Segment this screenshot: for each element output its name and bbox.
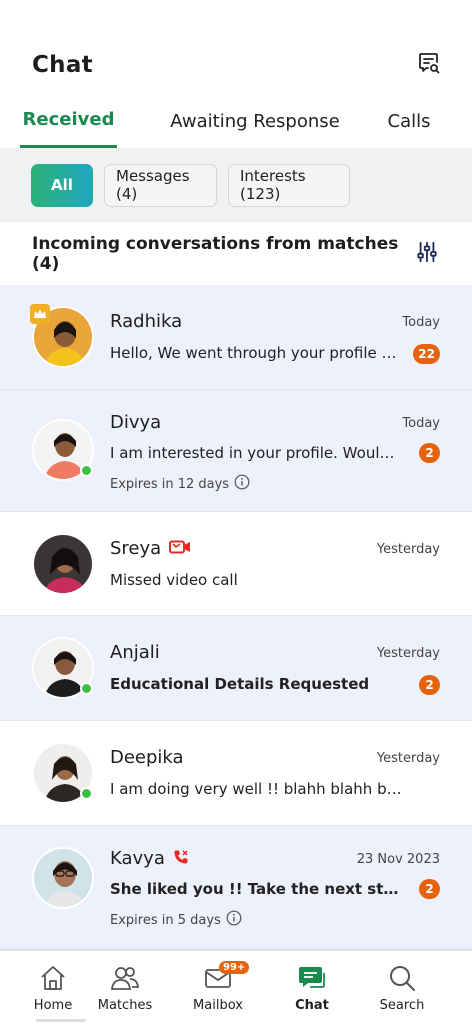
avatar	[32, 419, 94, 481]
mailbox-icon: 99+	[203, 961, 250, 992]
message-preview: She liked you !! Take the next step...	[110, 880, 402, 898]
section-title: Incoming conversations from matches (4)	[32, 233, 399, 274]
name-line: Divya	[110, 412, 161, 433]
nav-search[interactable]: Search	[372, 951, 432, 1024]
page-title: Chat	[32, 52, 93, 78]
tab-awaiting-response[interactable]: Awaiting Response	[155, 100, 355, 148]
name-line: Deepika	[110, 747, 184, 768]
premium-crown-icon	[30, 304, 50, 324]
filter-bar: All Messages (4) Interests (123)	[0, 148, 472, 222]
timestamp: Today	[402, 315, 440, 330]
unread-count-badge: 2	[419, 879, 440, 899]
expiry-note: Expires in 12 days	[110, 474, 250, 494]
filter-messages-chip[interactable]: Messages (4)	[104, 163, 217, 207]
conversation-row[interactable]: Anjali Yesterday Educational Details Req…	[0, 616, 472, 721]
contact-name: Sreya	[110, 538, 162, 559]
message-preview: I am interested in your profile. Would..…	[110, 444, 402, 462]
online-indicator	[80, 787, 93, 800]
bottom-nav: Home Matches 99+ Mailbox Chat Search	[0, 950, 472, 1024]
conversation-row[interactable]: Sreya Yesterday Missed video call	[0, 512, 472, 616]
tab-bar: Received Awaiting Response Calls	[0, 100, 472, 148]
nav-mailbox[interactable]: 99+ Mailbox	[184, 951, 252, 1024]
timestamp: Yesterday	[376, 751, 440, 766]
online-indicator	[80, 464, 93, 477]
avatar	[32, 637, 94, 699]
nav-label: Chat	[295, 998, 329, 1013]
chat-icon	[298, 964, 326, 992]
message-preview: Hello, We went through your profile a...	[110, 344, 402, 362]
matches-icon	[110, 964, 140, 992]
missed-call-icon	[173, 849, 189, 869]
filter-interests-chip[interactable]: Interests (123)	[228, 163, 350, 207]
message-preview: Missed video call	[110, 571, 238, 589]
avatar	[32, 742, 94, 804]
message-preview: I am doing very well !! blahh blahh blah…	[110, 780, 402, 798]
home-icon	[39, 964, 67, 992]
contact-name: Deepika	[110, 747, 184, 768]
conversation-list: Radhika Today Hello, We went through you…	[0, 285, 472, 950]
timestamp: Yesterday	[376, 646, 440, 661]
timestamp: 23 Nov 2023	[356, 852, 440, 867]
filter-all-chip[interactable]: All	[31, 163, 93, 207]
nav-home[interactable]: Home	[22, 951, 84, 1024]
conversation-row[interactable]: Kavya 23 Nov 2023 She liked you !! Take …	[0, 826, 472, 950]
home-indicator	[36, 1019, 86, 1022]
nav-label: Mailbox	[193, 998, 243, 1013]
contact-name: Kavya	[110, 848, 165, 869]
chat-search-icon[interactable]	[416, 50, 442, 76]
header: Chat	[0, 0, 472, 100]
avatar-photo	[32, 533, 94, 595]
name-line: Anjali	[110, 642, 160, 663]
timestamp: Yesterday	[376, 542, 440, 557]
expiry-text: Expires in 12 days	[110, 476, 230, 492]
contact-name: Radhika	[110, 311, 183, 332]
avatar-photo	[32, 847, 94, 909]
name-line: Sreya	[110, 538, 191, 559]
info-icon[interactable]	[234, 474, 250, 494]
name-line: Radhika	[110, 311, 182, 332]
unread-count-badge: 2	[419, 443, 440, 463]
avatar	[30, 304, 94, 368]
message-preview: Educational Details Requested	[110, 675, 370, 693]
tab-received[interactable]: Received	[20, 100, 117, 148]
section-header: Incoming conversations from matches (4)	[0, 222, 472, 285]
nav-matches[interactable]: Matches	[92, 951, 158, 1024]
tab-calls[interactable]: Calls	[369, 100, 449, 148]
conversation-row[interactable]: Deepika Yesterday I am doing very well !…	[0, 721, 472, 826]
missed-video-call-icon	[169, 539, 191, 558]
avatar	[32, 533, 94, 595]
contact-name: Anjali	[110, 642, 160, 663]
expiry-text: Expires in 5 days	[110, 912, 221, 928]
nav-label: Search	[379, 998, 425, 1013]
expiry-note: Expires in 5 days	[110, 910, 242, 930]
conversation-row[interactable]: Divya Today I am interested in your prof…	[0, 390, 472, 512]
mailbox-badge: 99+	[219, 961, 250, 974]
avatar	[32, 847, 94, 909]
name-line: Kavya	[110, 848, 189, 869]
online-indicator	[80, 682, 93, 695]
timestamp: Today	[402, 416, 440, 431]
contact-name: Divya	[110, 412, 162, 433]
unread-count-badge: 2	[419, 675, 440, 695]
conversation-row[interactable]: Radhika Today Hello, We went through you…	[0, 285, 472, 390]
unread-count-badge: 22	[413, 344, 440, 364]
info-icon[interactable]	[226, 910, 242, 930]
nav-chat[interactable]: Chat	[282, 951, 342, 1024]
nav-label: Home	[33, 998, 73, 1013]
nav-label: Matches	[97, 998, 153, 1013]
search-icon	[388, 964, 416, 992]
sliders-icon[interactable]	[416, 241, 438, 267]
